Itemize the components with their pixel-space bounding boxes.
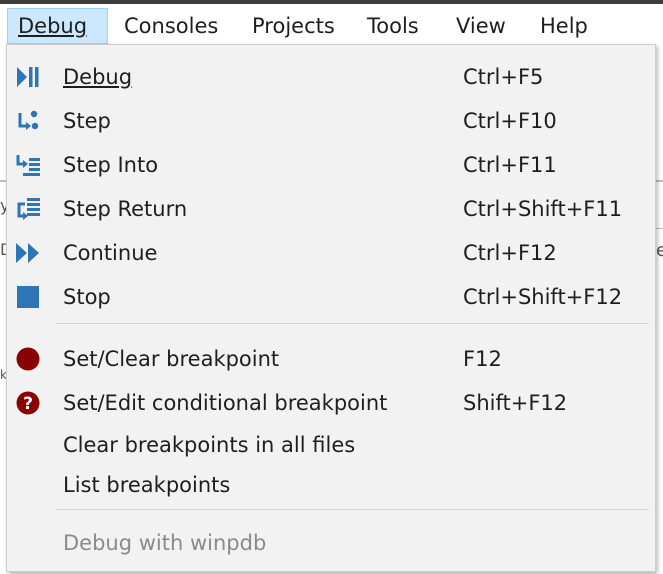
background-text-fragment: e <box>656 240 663 261</box>
menu-item-clear-all-breakpoints[interactable]: Clear breakpoints in all files <box>7 425 655 465</box>
menu-view[interactable]: View <box>446 8 516 44</box>
menu-item-step[interactable]: Step Ctrl+F10 <box>7 101 655 141</box>
menu-item-debug[interactable]: Debug Ctrl+F5 <box>7 57 655 97</box>
menu-item-step-into[interactable]: Step Into Ctrl+F11 <box>7 145 655 185</box>
menu-tools[interactable]: Tools <box>357 8 429 44</box>
menu-item-debug-with-winpdb: Debug with winpdb <box>7 523 655 563</box>
menu-item-list-breakpoints[interactable]: List breakpoints <box>7 465 655 505</box>
step-icon <box>15 108 41 134</box>
menu-consoles[interactable]: Consoles <box>114 8 228 44</box>
menu-item-label: Stop <box>63 285 111 309</box>
menu-separator <box>55 323 649 324</box>
menu-projects[interactable]: Projects <box>242 8 345 44</box>
menu-help[interactable]: Help <box>530 8 598 44</box>
menu-item-shortcut: Ctrl+F10 <box>463 109 557 133</box>
breakpoint-icon <box>15 346 41 372</box>
menu-item-label: Set/Edit conditional breakpoint <box>63 391 388 415</box>
menu-item-set-clear-breakpoint[interactable]: Set/Clear breakpoint F12 <box>7 339 655 379</box>
menu-item-label: Step <box>63 109 111 133</box>
debug-dropdown-menu: Debug Ctrl+F5 Step Ctrl+F10 Step Into Ct… <box>6 44 656 572</box>
menu-item-label: Debug <box>63 57 132 97</box>
menu-item-shortcut: F12 <box>463 347 502 371</box>
menu-item-step-return[interactable]: Step Return Ctrl+Shift+F11 <box>7 189 655 229</box>
svg-text:?: ? <box>23 394 33 414</box>
menu-separator <box>55 509 649 510</box>
menu-item-shortcut: Ctrl+F12 <box>463 241 557 265</box>
conditional-breakpoint-icon: ? <box>15 390 41 416</box>
menu-item-label: Continue <box>63 241 158 265</box>
menu-item-shortcut: Shift+F12 <box>463 391 568 415</box>
menu-item-label: Step Return <box>63 197 188 221</box>
menu-item-label: Clear breakpoints in all files <box>63 433 356 457</box>
menu-consoles-label: Consoles <box>124 14 219 38</box>
background-panel-right <box>656 48 663 574</box>
menu-item-stop[interactable]: Stop Ctrl+Shift+F12 <box>7 277 655 317</box>
menu-item-label: Debug with winpdb <box>63 531 267 555</box>
menu-item-shortcut: Ctrl+F5 <box>463 65 544 89</box>
menu-help-label: Help <box>540 14 588 38</box>
continue-icon <box>15 240 41 266</box>
menu-item-label: Step Into <box>63 153 159 177</box>
menu-debug-label: Debug <box>18 14 88 38</box>
background-divider <box>656 228 663 229</box>
menubar: Debug Consoles Projects Tools View Help <box>0 0 663 48</box>
menu-item-shortcut: Ctrl+Shift+F11 <box>463 197 623 221</box>
menu-item-continue[interactable]: Continue Ctrl+F12 <box>7 233 655 273</box>
menu-tools-label: Tools <box>367 14 419 38</box>
menu-item-conditional-breakpoint[interactable]: ? Set/Edit conditional breakpoint Shift+… <box>7 383 655 423</box>
menu-item-label: List breakpoints <box>63 473 231 497</box>
menu-item-shortcut: Ctrl+Shift+F12 <box>463 285 623 309</box>
step-return-icon <box>15 196 41 222</box>
step-into-icon <box>15 152 41 178</box>
menu-item-label-text: Debug <box>63 65 133 89</box>
menu-view-label: View <box>456 14 506 38</box>
menu-projects-label: Projects <box>252 14 335 38</box>
menu-debug[interactable]: Debug <box>7 8 108 44</box>
background-divider <box>656 180 663 182</box>
menu-item-label: Set/Clear breakpoint <box>63 347 280 371</box>
debug-play-pause-icon <box>15 64 41 90</box>
stop-icon <box>15 284 41 310</box>
menu-item-shortcut: Ctrl+F11 <box>463 153 557 177</box>
